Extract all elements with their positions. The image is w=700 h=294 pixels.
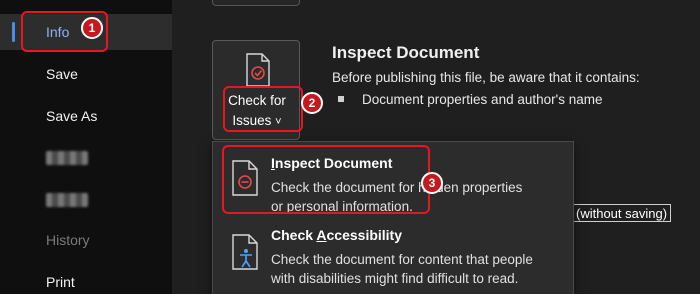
sidebar-item-history: History [0,222,172,258]
inspect-document-description: Before publishing this file, be aware th… [332,70,640,85]
menu-item-title: Check Accessibility [271,227,403,243]
sidebar-item-label: Save [46,66,78,82]
highlight-check-for-issues [223,86,303,132]
sidebar-item-print[interactable]: Print [0,264,172,294]
previous-button-edge[interactable] [212,0,300,6]
sidebar-item-label: Print [46,274,75,290]
callout-badge-2: 2 [301,92,323,114]
sidebar-item-save[interactable]: Save [0,56,172,92]
sidebar-item-blurred-1[interactable] [0,140,172,176]
menu-item-description: Check the document for content that peop… [271,252,533,286]
bullet-icon [338,96,344,102]
highlight-inspect-document [222,145,430,214]
document-check-icon [246,53,270,87]
inspect-document-heading: Inspect Document [332,43,480,62]
bullet-document-properties: Document properties and author's name [362,92,603,107]
blurred-label [46,193,88,207]
sidebar-item-save-as[interactable]: Save As [0,98,172,134]
accessibility-icon [232,234,258,270]
blurred-label [46,151,88,165]
sidebar-item-label: Save As [46,108,98,124]
callout-badge-1: 1 [81,17,103,39]
sidebar-item-blurred-2[interactable] [0,182,172,218]
behind-dropdown-text: (without saving) [572,204,672,222]
menu-item-check-accessibility[interactable]: Check Accessibility Check the document f… [213,220,573,294]
sidebar-item-label: History [46,232,90,248]
active-indicator [12,22,15,42]
callout-badge-3: 3 [421,172,443,194]
